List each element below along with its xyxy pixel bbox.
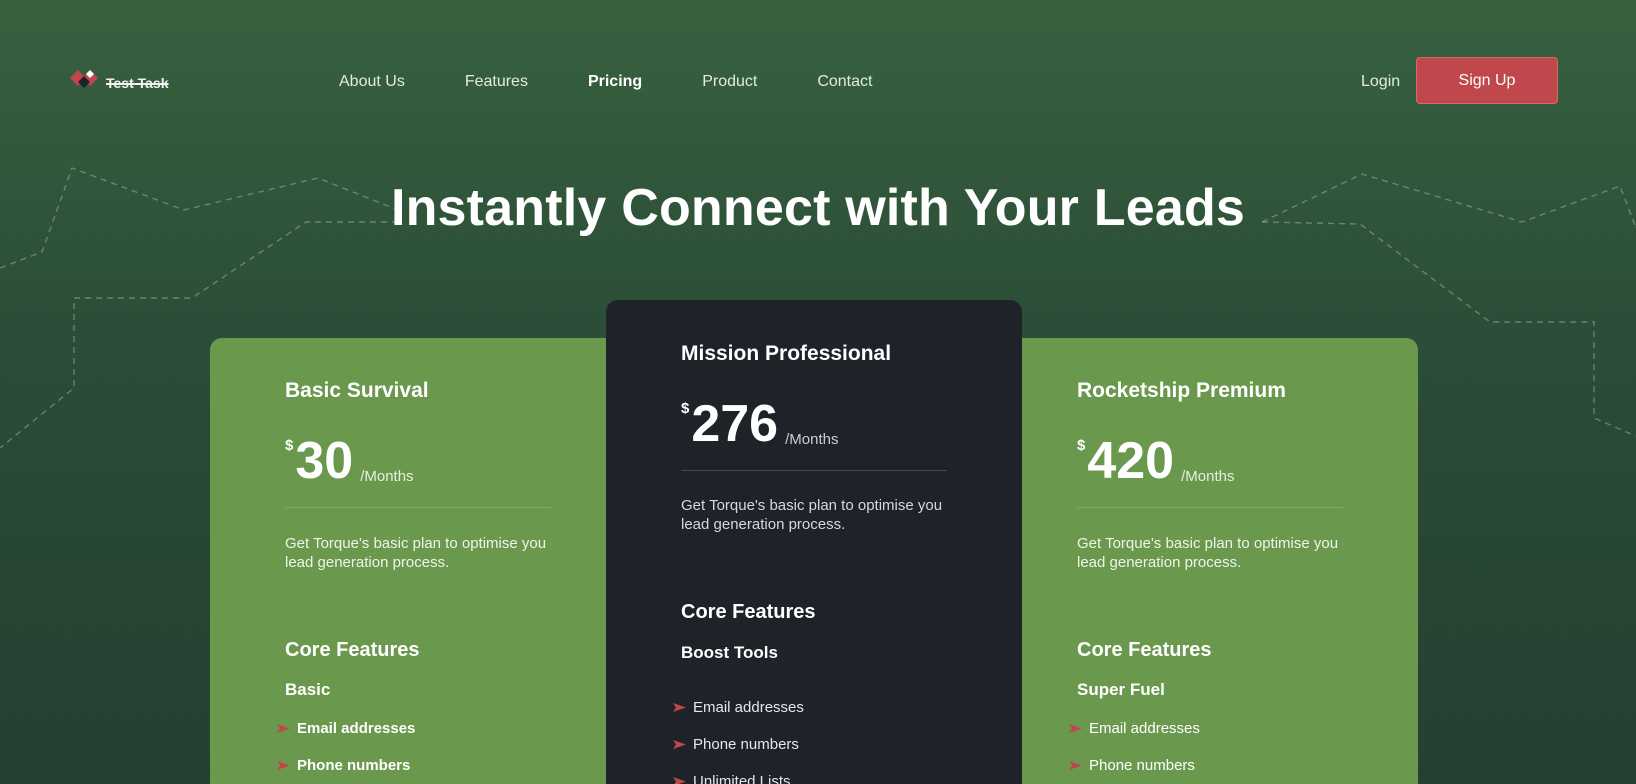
plan-name: Rocketship Premium [1077, 379, 1286, 402]
price-period: /Months [1181, 468, 1235, 485]
price-currency: $ [1077, 437, 1086, 454]
feature-label: Email addresses [297, 720, 416, 737]
arrow-right-icon [1069, 724, 1082, 733]
price-amount: 420 [1087, 432, 1175, 490]
brand-name: Test Task [106, 75, 169, 91]
feature-label: Phone numbers [693, 736, 799, 753]
arrow-right-icon [673, 703, 686, 712]
plan-price: $ 30 /Months [285, 435, 414, 487]
hero-title: Instantly Connect with Your Leads [390, 179, 1246, 237]
feature-label: Unlimited Lists [693, 773, 791, 784]
diamond-logo-icon [70, 70, 98, 88]
core-features-title: Core Features [1077, 639, 1212, 661]
feature-list: Email addresses Phone numbers [1069, 710, 1200, 784]
price-divider [285, 507, 551, 508]
tier-name: Basic [285, 680, 331, 699]
arrow-right-icon [277, 724, 290, 733]
list-item: Unlimited Lists [673, 763, 804, 784]
feature-list: Email addresses Phone numbers [277, 710, 415, 784]
price-amount: 276 [691, 395, 779, 453]
main-nav: About Us Features Pricing Product Contac… [339, 73, 872, 91]
login-link[interactable]: Login [1361, 73, 1400, 91]
pricing-card-premium[interactable]: Rocketship Premium $ 420 /Months Get Tor… [1005, 338, 1418, 784]
feature-label: Phone numbers [297, 757, 411, 774]
price-period: /Months [785, 431, 839, 448]
price-currency: $ [681, 400, 690, 417]
tier-name: Boost Tools [681, 643, 778, 662]
arrow-right-icon [277, 761, 290, 770]
price-amount: 30 [295, 432, 354, 490]
list-item: Email addresses [1069, 710, 1200, 747]
plan-description: Get Torque's basic plan to optimise you … [1077, 535, 1339, 571]
price-period: /Months [360, 468, 414, 485]
arrow-right-icon [1069, 761, 1082, 770]
list-item: Email addresses [277, 710, 415, 747]
core-features-title: Core Features [285, 639, 420, 661]
core-features-title: Core Features [681, 601, 816, 623]
arrow-right-icon [673, 777, 686, 784]
arrow-right-icon [673, 740, 686, 749]
price-currency: $ [285, 437, 294, 454]
plan-description: Get Torque's basic plan to optimise you … [285, 535, 547, 571]
list-item: Phone numbers [277, 747, 415, 784]
pricing-card-basic[interactable]: Basic Survival $ 30 /Months Get Torque's… [210, 338, 623, 784]
list-item: Email addresses [673, 689, 804, 726]
plan-description: Get Torque's basic plan to optimise you … [681, 497, 943, 533]
nav-features[interactable]: Features [465, 73, 528, 91]
feature-list: Email addresses Phone numbers Unlimited … [673, 689, 804, 784]
plan-name: Basic Survival [285, 379, 429, 402]
nav-contact[interactable]: Contact [817, 73, 872, 91]
nav-pricing[interactable]: Pricing [588, 73, 642, 91]
feature-label: Email addresses [1089, 720, 1200, 737]
nav-product[interactable]: Product [702, 73, 757, 91]
nav-about-us[interactable]: About Us [339, 73, 405, 91]
list-item: Phone numbers [673, 726, 804, 763]
feature-label: Phone numbers [1089, 757, 1195, 774]
list-item: Phone numbers [1069, 747, 1200, 784]
plan-price: $ 276 /Months [681, 398, 838, 450]
price-divider [681, 470, 947, 471]
pricing-card-professional[interactable]: Mission Professional $ 276 /Months Get T… [606, 300, 1022, 784]
tier-name: Super Fuel [1077, 680, 1165, 699]
plan-name: Mission Professional [681, 342, 892, 365]
brand-logo[interactable]: Test Task [70, 68, 169, 92]
feature-label: Email addresses [693, 699, 804, 716]
price-divider [1077, 507, 1343, 508]
plan-price: $ 420 /Months [1077, 435, 1234, 487]
signup-button[interactable]: Sign Up [1416, 57, 1558, 104]
